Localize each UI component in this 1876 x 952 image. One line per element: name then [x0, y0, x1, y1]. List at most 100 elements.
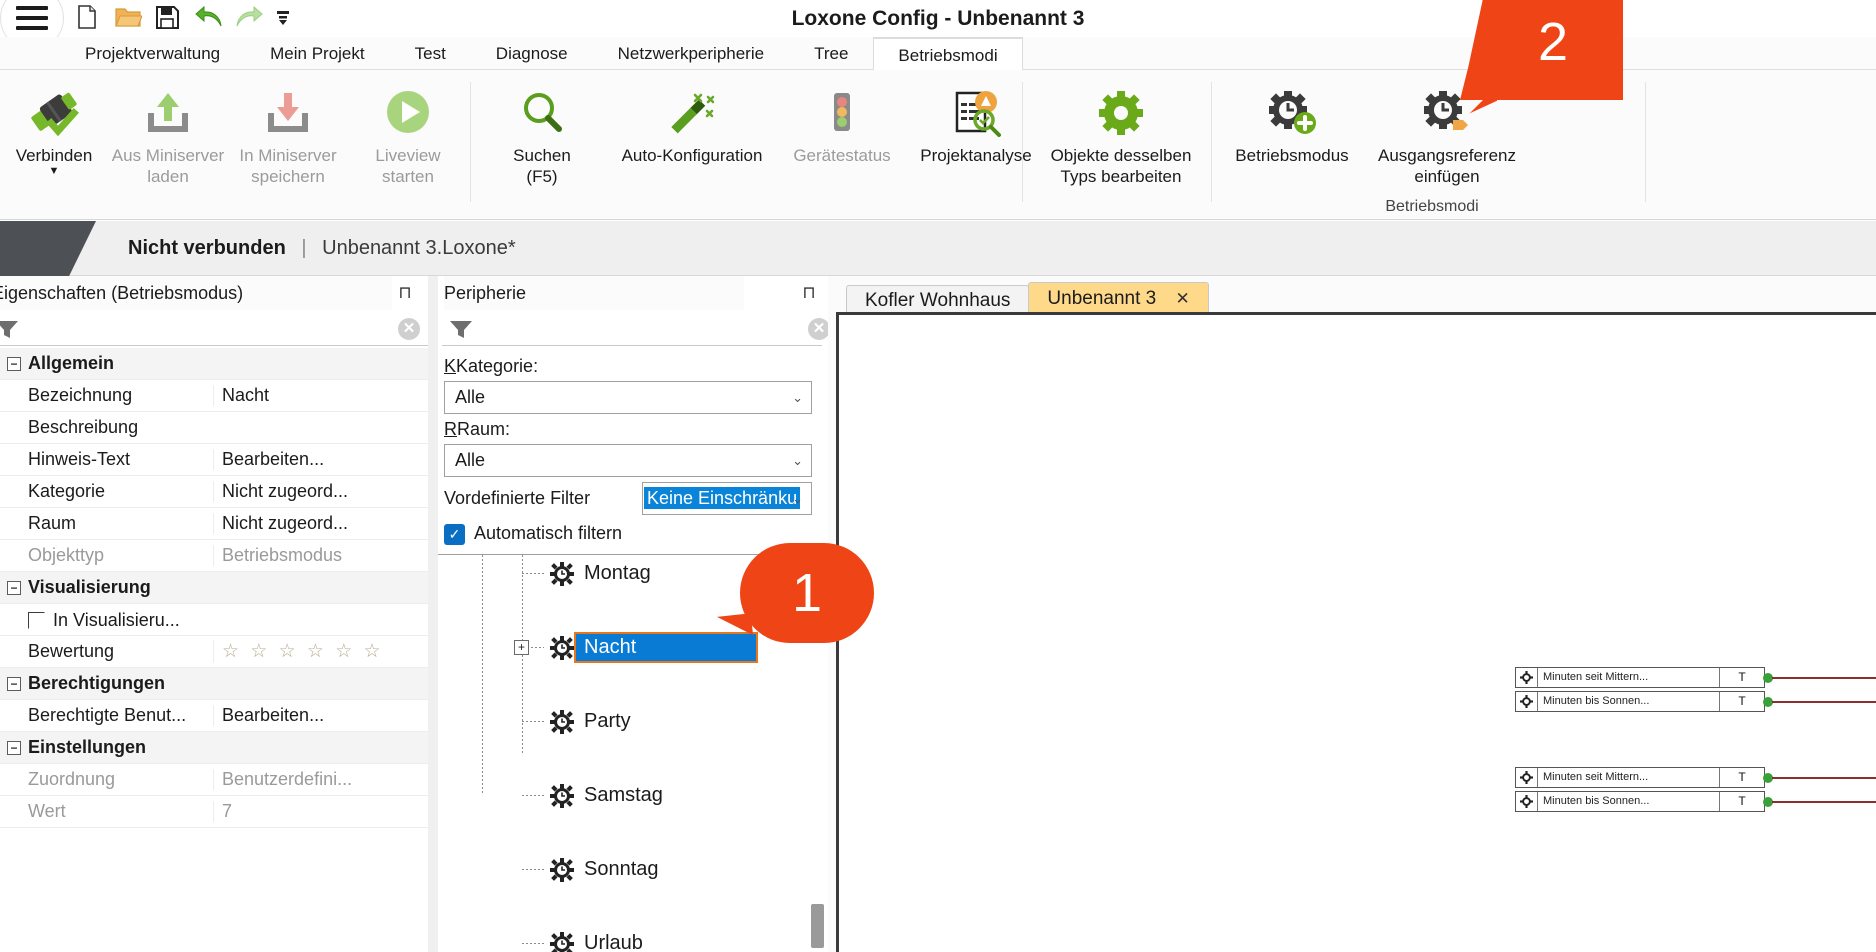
geraetestatus-button[interactable]: Gerätestatus [782, 72, 902, 192]
block-row[interactable]: Minuten bis Sonnen... T [1515, 791, 1876, 812]
property-section-berechtigungen[interactable]: − Berechtigungen [0, 668, 428, 700]
tab-test[interactable]: Test [390, 37, 471, 70]
save-icon[interactable] [154, 4, 180, 30]
tree-item-samstag[interactable]: Samstag [438, 777, 828, 814]
property-name-with-checkbox: In Visualisieru... [28, 609, 213, 631]
projektanalyse-button[interactable]: Projektanalyse [902, 72, 1050, 192]
document-analysis-icon [948, 86, 1004, 140]
tab-tree[interactable]: Tree [789, 37, 873, 70]
collapse-box-icon[interactable]: − [0, 580, 28, 595]
property-row-beschreibung[interactable]: Beschreibung [0, 412, 428, 444]
tree-item-party[interactable]: Party [438, 703, 828, 740]
liveview-starten-label: Liveview starten [375, 146, 441, 186]
connection-wire [1772, 701, 1876, 703]
gear-clock-icon [548, 635, 576, 660]
property-name: Beschreibung [28, 417, 139, 437]
new-file-icon[interactable] [74, 4, 100, 30]
property-row-kategorie[interactable]: Kategorie Nicht zugeord... [0, 476, 428, 508]
tree-indent [438, 777, 548, 814]
property-row-hinweis-text[interactable]: Hinweis-Text Bearbeiten... [0, 444, 428, 476]
property-value[interactable]: Nacht [213, 385, 428, 406]
doc-tab-kofler-wohnhaus[interactable]: Kofler Wohnhaus [846, 285, 1030, 314]
customize-toolbar-icon[interactable] [274, 4, 300, 30]
kategorie-select[interactable]: Alle ⌄ [444, 381, 812, 414]
block-group-1[interactable]: Minuten seit Mittern... T Minuten bis So… [1515, 667, 1876, 715]
block-row[interactable]: Minuten bis Sonnen... T [1515, 691, 1876, 712]
property-row-bewertung[interactable]: Bewertung ☆ ☆ ☆ ☆ ☆ ☆ [0, 636, 428, 668]
tree-item-urlaub[interactable]: Urlaub [438, 925, 828, 952]
in-miniserver-speichern-button[interactable]: In Miniserver speichern [228, 72, 348, 192]
property-value[interactable]: Bearbeiten... [213, 449, 428, 470]
property-value[interactable]: Nicht zugeord... [213, 513, 428, 534]
block-row-label: Minuten seit Mittern... [1538, 668, 1720, 687]
tree-item-sonntag[interactable]: Sonntag [438, 851, 828, 888]
gear-clock-icon [548, 783, 576, 808]
block-row-port[interactable]: T [1720, 668, 1764, 687]
block-row-port[interactable]: T [1720, 792, 1764, 811]
tab-projektverwaltung[interactable]: Projektverwaltung [60, 37, 245, 70]
block-group-2[interactable]: Minuten seit Mittern... T Minuten bis So… [1515, 767, 1876, 815]
properties-filter-bar[interactable]: ✕ [0, 310, 428, 346]
tab-netzwerkperipherie[interactable]: Netzwerkperipherie [593, 37, 789, 70]
liveview-starten-button[interactable]: Liveview starten [348, 72, 468, 192]
peripherie-filter-bar[interactable]: ✕ [442, 310, 830, 346]
aus-miniserver-laden-button[interactable]: Aus Miniserver laden [108, 72, 228, 192]
property-row-bezeichnung[interactable]: Bezeichnung Nacht [0, 380, 428, 412]
objekte-desselben-typs-bearbeiten-button[interactable]: Objekte desselben Typs bearbeiten [1034, 72, 1208, 192]
visualisierung-checkbox[interactable] [28, 611, 45, 629]
property-section-visualisierung[interactable]: − Visualisierung [0, 572, 428, 604]
collapse-box-icon[interactable]: − [0, 740, 28, 755]
block-row-port[interactable]: T [1720, 768, 1764, 787]
projektanalyse-label: Projektanalyse [920, 146, 1032, 165]
doc-tab-unbenannt-3[interactable]: Unbenannt 3 ✕ [1028, 282, 1209, 314]
property-row-raum[interactable]: Raum Nicht zugeord... [0, 508, 428, 540]
tab-mein-projekt[interactable]: Mein Projekt [245, 37, 389, 70]
property-row-in-visualisierung[interactable]: In Visualisieru... [0, 604, 428, 636]
tree-scrollbar-thumb[interactable] [811, 904, 824, 948]
betriebsmodus-button[interactable]: Betriebsmodus [1222, 72, 1362, 192]
redo-icon[interactable] [234, 4, 263, 30]
clear-circle-icon[interactable]: ✕ [808, 318, 830, 340]
undo-icon[interactable] [194, 4, 222, 30]
tab-betriebsmodi[interactable]: Betriebsmodi [873, 38, 1023, 72]
expand-plus-icon[interactable]: + [514, 640, 529, 655]
verbinden-button[interactable]: Verbinden ▼ [0, 72, 108, 192]
collapse-box-icon[interactable]: − [0, 676, 28, 691]
property-value[interactable]: Bearbeiten... [213, 705, 428, 726]
auto-konfiguration-button[interactable]: Auto-Konfiguration [602, 72, 782, 192]
property-value[interactable]: Nicht zugeord... [213, 481, 428, 502]
program-canvas[interactable]: Minuten seit Mittern... T Minuten bis So… [836, 312, 1876, 952]
automatisch-filtern-checkbox[interactable]: ✓ [444, 524, 465, 545]
rating-stars[interactable]: ☆ ☆ ☆ ☆ ☆ ☆ [213, 640, 428, 663]
kategorie-label-text: Kategorie: [456, 356, 539, 376]
close-icon[interactable]: ✕ [1176, 289, 1190, 308]
collapse-box-icon[interactable]: − [0, 356, 28, 371]
property-section-einstellungen[interactable]: − Einstellungen [0, 732, 428, 764]
open-folder-icon[interactable] [114, 4, 143, 30]
block-row-port[interactable]: T [1720, 692, 1764, 711]
pin-icon[interactable]: ⊓ [800, 284, 818, 302]
block-row[interactable]: Minuten seit Mittern... T [1515, 667, 1876, 688]
verbinden-dropdown-icon[interactable]: ▼ [49, 165, 60, 176]
tree-indent [438, 555, 548, 592]
ribbon-separator-3 [1211, 82, 1212, 202]
block-row[interactable]: Minuten seit Mittern... T [1515, 767, 1876, 788]
suchen-button[interactable]: Suchen (F5) [482, 72, 602, 192]
tab-diagnose[interactable]: Diagnose [471, 37, 593, 70]
vordefinierte-filter-select[interactable]: Keine Einschränku ⌄ [642, 482, 812, 515]
raum-select[interactable]: Alle ⌄ [444, 444, 812, 477]
pin-icon[interactable]: ⊓ [396, 284, 414, 302]
property-row-berechtigte-benutzer[interactable]: Berechtigte Benut... Bearbeiten... [0, 700, 428, 732]
property-section-allgemein[interactable]: − Allgemein [0, 348, 428, 380]
tree-item-label: Sonntag [584, 858, 659, 880]
section-label: Berechtigungen [28, 673, 166, 693]
callout-badge-2: 2 [1455, 0, 1623, 100]
panel-splitter-left[interactable] [428, 276, 438, 952]
gear-clock-icon [548, 561, 576, 586]
clear-circle-icon[interactable]: ✕ [398, 318, 420, 340]
block-row-label: Minuten bis Sonnen... [1538, 792, 1720, 811]
block-row-label: Minuten seit Mittern... [1538, 768, 1720, 787]
connection-wire [1772, 677, 1876, 679]
tree-indent [438, 925, 548, 952]
magic-wand-icon [662, 86, 722, 140]
